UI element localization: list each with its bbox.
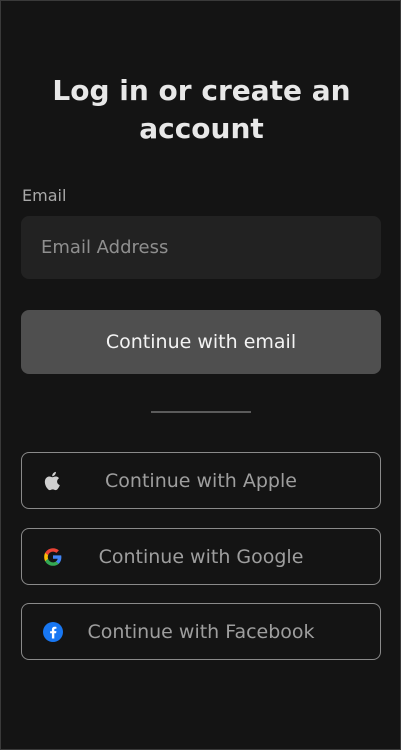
continue-with-google-button[interactable]: Continue with Google bbox=[21, 528, 381, 585]
apple-icon bbox=[42, 470, 64, 492]
continue-with-facebook-button[interactable]: Continue with Facebook bbox=[21, 603, 381, 660]
page-title: Log in or create an account bbox=[52, 73, 351, 145]
apple-button-label: Continue with Apple bbox=[105, 469, 297, 492]
email-input[interactable] bbox=[21, 216, 381, 279]
google-button-label: Continue with Google bbox=[98, 545, 304, 568]
facebook-button-label: Continue with Facebook bbox=[87, 620, 315, 643]
divider bbox=[151, 411, 251, 413]
google-icon bbox=[42, 546, 64, 568]
continue-with-apple-button[interactable]: Continue with Apple bbox=[21, 452, 381, 509]
email-label: Email bbox=[22, 186, 67, 205]
facebook-icon bbox=[42, 621, 64, 643]
continue-with-email-button[interactable]: Continue with email bbox=[21, 310, 381, 374]
login-screen: Log in or create an account Email Contin… bbox=[0, 0, 401, 750]
